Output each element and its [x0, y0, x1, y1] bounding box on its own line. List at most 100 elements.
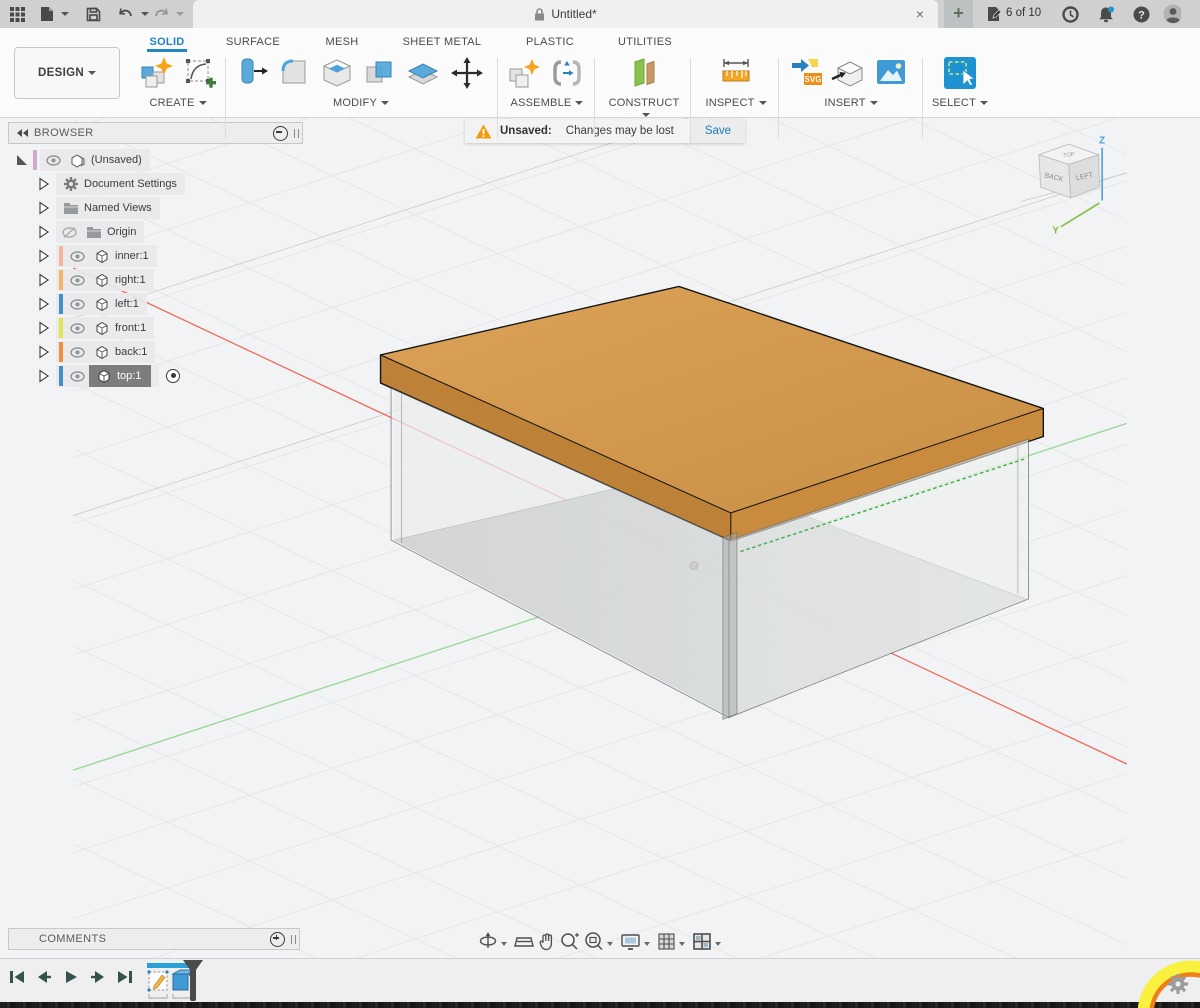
insert-mesh-icon[interactable] [830, 55, 866, 91]
zoom-icon[interactable] [559, 931, 580, 951]
comments-expand-icon[interactable] [270, 932, 285, 947]
timeline-sketch-feature[interactable] [147, 970, 168, 998]
new-body-icon[interactable] [138, 55, 174, 91]
comments-header[interactable]: COMMENTS [8, 928, 300, 950]
display-settings-icon[interactable] [620, 932, 641, 951]
canvas-icon[interactable] [874, 55, 908, 89]
tree-label[interactable]: back:1 [115, 346, 147, 358]
timeline-marker[interactable] [180, 959, 206, 1003]
group-label-create[interactable]: CREATE [138, 97, 218, 109]
avatar-icon[interactable] [1163, 5, 1181, 23]
workspace-switcher[interactable]: DESIGN [14, 47, 120, 99]
collapsed-caret-icon[interactable] [36, 320, 52, 336]
collapsed-caret-icon[interactable] [36, 224, 52, 240]
tree-label[interactable]: inner:1 [115, 250, 149, 262]
create-sketch-icon[interactable] [182, 55, 216, 91]
tab-mesh[interactable]: MESH [326, 36, 359, 48]
document-tab[interactable]: Untitled* × [193, 0, 938, 28]
visibility-eye-icon[interactable] [70, 299, 85, 310]
tab-solid[interactable]: SOLID [149, 36, 184, 48]
grid-settings-icon[interactable] [657, 932, 676, 951]
viewports-icon[interactable] [692, 932, 712, 951]
tab-sheet-metal[interactable]: SHEET METAL [403, 36, 482, 48]
go-to-start-icon[interactable] [8, 969, 26, 985]
tree-label[interactable]: left:1 [115, 298, 139, 310]
tree-label[interactable]: Origin [107, 226, 136, 238]
tree-label[interactable]: Named Views [84, 202, 152, 214]
select-icon[interactable] [942, 55, 978, 91]
tab-utilities[interactable]: UTILITIES [618, 36, 672, 48]
timeline-settings-gear-icon[interactable] [1168, 974, 1188, 994]
undo-icon[interactable] [116, 5, 134, 23]
fit-icon[interactable] [583, 931, 604, 951]
group-label-construct[interactable]: CONSTRUCT [604, 97, 684, 121]
collapsed-caret-icon[interactable] [36, 272, 52, 288]
split-body-icon[interactable] [405, 55, 441, 91]
comments-grip[interactable] [291, 935, 296, 944]
tree-row-right[interactable]: right:1 [36, 269, 154, 291]
file-menu-caret[interactable] [61, 12, 69, 16]
app-grid-icon[interactable] [8, 5, 26, 23]
tree-row-top-selected[interactable]: top:1 [36, 365, 180, 387]
activate-component-radio[interactable] [166, 369, 180, 383]
close-tab-icon[interactable]: × [910, 4, 930, 24]
redo-icon[interactable] [152, 5, 170, 23]
go-to-end-icon[interactable] [116, 969, 134, 985]
collapsed-caret-icon[interactable] [36, 200, 52, 216]
look-at-icon[interactable] [514, 932, 534, 950]
display-caret[interactable] [644, 942, 650, 946]
tree-row-left[interactable]: left:1 [36, 293, 147, 315]
tab-plastic[interactable]: PLASTIC [526, 36, 574, 48]
file-menu-icon[interactable] [38, 5, 56, 23]
save-button[interactable]: Save [690, 119, 745, 143]
orbit-caret[interactable] [501, 942, 507, 946]
viewport-3d[interactable]: TOP BACK LEFT Z Y [0, 117, 1200, 958]
browser-header[interactable]: BROWSER [8, 122, 303, 144]
tree-label[interactable]: right:1 [115, 274, 146, 286]
browser-grip[interactable] [294, 129, 299, 138]
save-icon[interactable] [84, 5, 102, 23]
new-component-icon[interactable] [506, 55, 542, 91]
tree-row-named-views[interactable]: Named Views [36, 197, 160, 219]
pan-icon[interactable] [537, 932, 556, 951]
step-forward-icon[interactable] [89, 969, 107, 985]
collapsed-caret-icon[interactable] [36, 368, 52, 384]
combine-icon[interactable] [363, 55, 397, 91]
collapsed-caret-icon[interactable] [36, 344, 52, 360]
clock-icon[interactable] [1061, 5, 1079, 23]
play-icon[interactable] [62, 969, 80, 985]
new-tab-button[interactable]: + [944, 0, 973, 28]
tree-row-inner[interactable]: inner:1 [36, 245, 157, 267]
move-copy-icon[interactable] [449, 55, 485, 91]
tree-row-back[interactable]: back:1 [36, 341, 155, 363]
visibility-off-eye-icon[interactable] [62, 226, 77, 239]
collapsed-caret-icon[interactable] [36, 176, 52, 192]
group-label-assemble[interactable]: ASSEMBLE [506, 97, 588, 109]
fillet-icon[interactable] [277, 55, 311, 91]
visibility-eye-icon[interactable] [70, 347, 85, 358]
construct-plane-icon[interactable] [627, 55, 661, 91]
job-status-count[interactable]: 6 of 10 [1006, 7, 1041, 19]
expand-triangle-icon[interactable] [14, 152, 30, 168]
browser-minimize-icon[interactable] [273, 126, 288, 141]
group-label-insert[interactable]: INSERT [788, 97, 914, 109]
press-pull-icon[interactable] [235, 55, 269, 91]
fit-caret[interactable] [607, 942, 613, 946]
job-status-icon[interactable] [985, 5, 1003, 23]
viewports-caret[interactable] [715, 942, 721, 946]
tree-row-front[interactable]: front:1 [36, 317, 154, 339]
grid-caret[interactable] [679, 942, 685, 946]
help-icon[interactable]: ? [1132, 5, 1150, 23]
group-label-modify[interactable]: MODIFY [235, 97, 487, 109]
tree-row-root[interactable]: (Unsaved) [14, 149, 150, 171]
visibility-eye-icon[interactable] [70, 275, 85, 286]
tree-label[interactable]: Document Settings [84, 178, 177, 190]
collapsed-caret-icon[interactable] [36, 248, 52, 264]
tree-row-origin[interactable]: Origin [36, 221, 144, 243]
measure-icon[interactable] [718, 55, 754, 91]
visibility-eye-icon[interactable] [70, 251, 85, 262]
orbit-icon[interactable] [478, 931, 498, 951]
step-back-icon[interactable] [35, 969, 53, 985]
notifications-bell-icon[interactable] [1097, 5, 1115, 23]
tree-label[interactable]: top:1 [117, 370, 141, 382]
